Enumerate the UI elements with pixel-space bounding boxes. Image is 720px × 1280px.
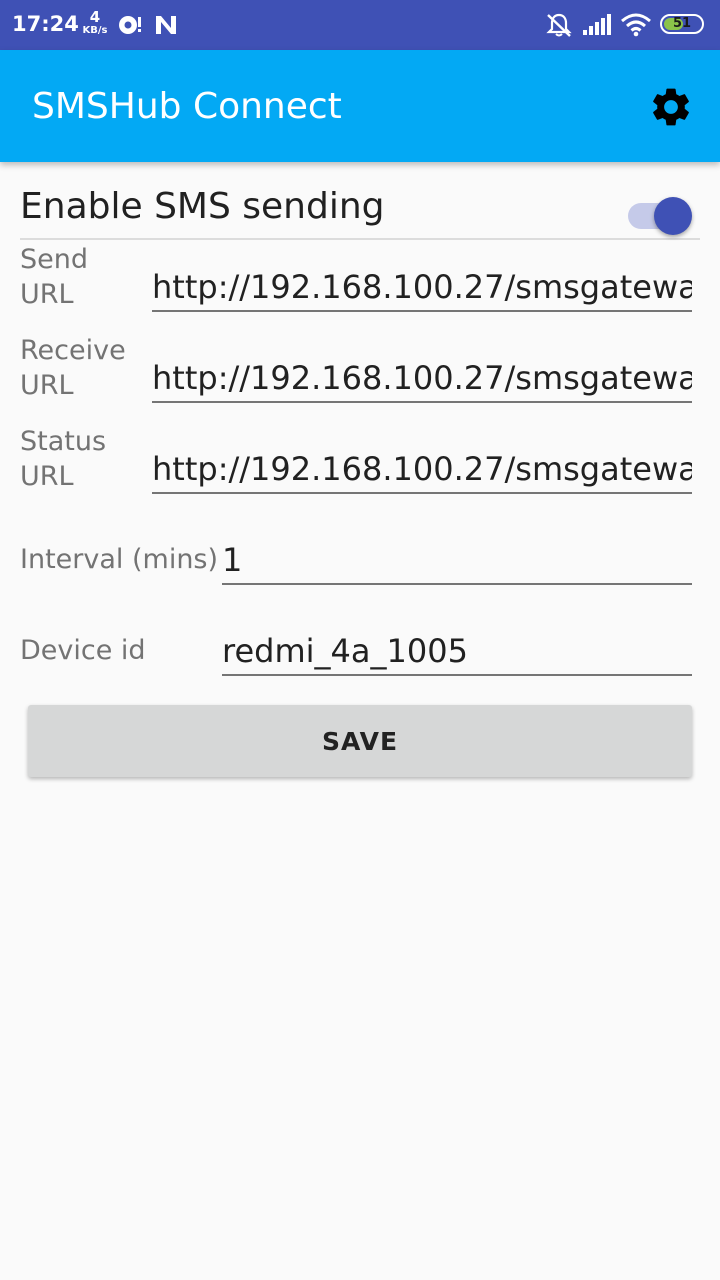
status-url-input[interactable] [152, 446, 692, 494]
send-url-input[interactable] [152, 264, 692, 312]
device-id-input[interactable] [222, 628, 692, 676]
enable-sms-label: Enable SMS sending [20, 186, 385, 227]
app-bar: SMSHub Connect [0, 50, 720, 162]
interval-label: Interval (mins) [20, 544, 219, 575]
sync-icon [119, 16, 141, 34]
receive-url-input[interactable] [152, 355, 692, 403]
status-bar: 17:24 4 KB/s 51 [0, 0, 720, 50]
signal-icon [583, 14, 611, 35]
send-url-label-line2: URL [20, 279, 74, 310]
status-url-label-line2: URL [20, 461, 74, 492]
status-url-label-line1: Status [20, 426, 107, 457]
n-notification-icon [156, 16, 176, 34]
save-button[interactable]: SAVE [28, 705, 692, 777]
enable-sms-toggle[interactable] [628, 190, 694, 235]
status-time: 17:24 [12, 12, 79, 36]
alarm-off-icon [546, 13, 572, 37]
send-url-label: Send URL [20, 242, 88, 312]
battery-level: 51 [672, 16, 692, 31]
gear-icon[interactable] [648, 84, 694, 130]
status-url-label: Status URL [20, 424, 106, 494]
app-title: SMSHub Connect [32, 86, 342, 127]
receive-url-label: Receive URL [20, 333, 126, 403]
battery-icon: 51 [660, 14, 704, 34]
receive-url-label-line1: Receive [20, 335, 126, 366]
network-speed-value: 4 [89, 8, 101, 26]
device-id-label: Device id [20, 635, 146, 666]
interval-input[interactable] [222, 537, 692, 585]
receive-url-label-line2: URL [20, 370, 74, 401]
network-speed-unit: KB/s [82, 25, 108, 36]
send-url-label-line1: Send [20, 244, 89, 275]
toggle-thumb [654, 197, 692, 235]
enable-sms-row: Enable SMS sending [20, 182, 700, 240]
network-speed: 4 KB/s [80, 10, 110, 36]
wifi-icon [621, 13, 651, 37]
